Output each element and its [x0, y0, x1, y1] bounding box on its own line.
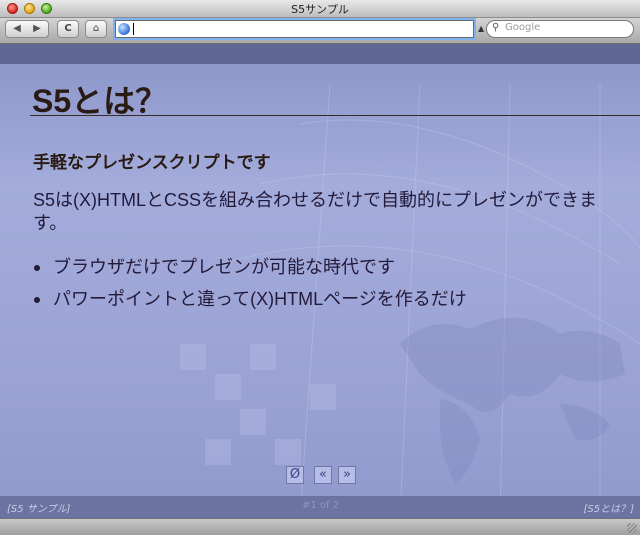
slide-subheading: 手軽なプレゼンスクリプトです [33, 153, 271, 172]
reload-button[interactable]: C [57, 20, 79, 38]
bullet-dot-icon [34, 297, 40, 303]
address-bar[interactable] [115, 20, 474, 38]
bullet-text: パワーポイントと違って(X)HTMLページを作るだけ [53, 289, 467, 309]
bullet-list: ブラウザだけでプレゼンが可能な時代です パワーポイントと違って(X)HTMLペー… [33, 256, 467, 320]
search-field[interactable]: ⚲ [486, 20, 634, 38]
home-button[interactable]: ⌂ [85, 20, 107, 38]
bullet-item: パワーポイントと違って(X)HTMLページを作るだけ [33, 288, 467, 320]
title-divider [30, 115, 640, 116]
bullet-item: ブラウザだけでプレゼンが可能な時代です [33, 256, 467, 288]
bullet-text: ブラウザだけでプレゼンが可能な時代です [53, 257, 395, 277]
text-cursor [133, 23, 134, 35]
slide-paragraph: S5は(X)HTMLとCSSを組み合わせるだけで自動的にプレゼンができます。 [33, 190, 598, 233]
window-status-bar [0, 518, 640, 535]
back-icon[interactable]: ◀ [7, 21, 27, 37]
magnifier-icon: ⚲ [492, 22, 500, 33]
bullet-dot-icon [34, 265, 40, 271]
slide-header-band [0, 44, 640, 64]
site-globe-icon [118, 23, 130, 35]
resize-grip-icon[interactable] [627, 523, 637, 533]
toggle-outline-button[interactable]: Ø [286, 466, 304, 484]
forward-icon[interactable]: ▶ [27, 21, 47, 37]
current-slide-title: [S5とは？] [583, 504, 634, 515]
slide-viewport: S5とは？ 手軽なプレゼンスクリプトです S5は(X)HTMLとCSSを組み合わ… [0, 44, 640, 518]
address-dropdown-icon[interactable]: ▲ [478, 24, 484, 33]
next-slide-button[interactable]: » [338, 466, 356, 484]
presentation-title: [S5 サンプル] [7, 504, 71, 515]
previous-slide-button[interactable]: « [314, 466, 332, 484]
back-forward-group: ◀ ▶ [5, 20, 49, 38]
home-icon: ⌂ [92, 23, 100, 34]
slide-counter: #1 of 2 [302, 500, 340, 511]
reload-icon: C [64, 23, 72, 34]
window-title: S5サンプル [291, 3, 349, 16]
slide-footer: [S5 サンプル] #1 of 2 [S5とは？] [0, 496, 640, 518]
search-input[interactable] [505, 22, 625, 33]
window-title-bar: S5サンプル [0, 0, 640, 18]
browser-toolbar: ◀ ▶ C ⌂ ▲ ⚲ [0, 18, 640, 44]
